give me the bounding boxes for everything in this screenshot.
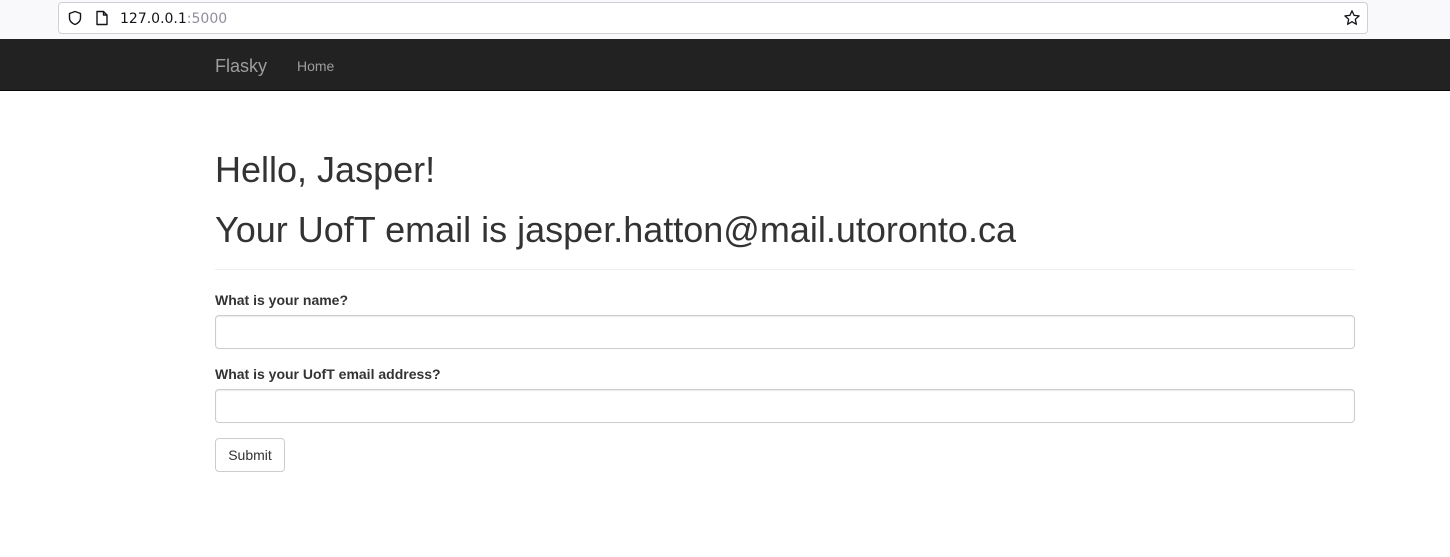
email-heading: Your UofT email is jasper.hatton@mail.ut… <box>215 209 1016 250</box>
name-label: What is your name? <box>215 292 349 308</box>
email-input[interactable] <box>215 389 1355 423</box>
star-icon[interactable] <box>1343 9 1361 27</box>
url-host: 127.0.0.1 <box>120 11 187 27</box>
name-input[interactable] <box>215 315 1355 349</box>
navbar: Flasky Home <box>0 39 1450 91</box>
nav-link-home[interactable]: Home <box>297 57 334 75</box>
navbar-brand[interactable]: Flasky <box>215 55 267 77</box>
url-port: :5000 <box>186 11 228 27</box>
browser-toolbar: 127.0.0.1:5000 <box>0 0 1450 39</box>
address-bar[interactable]: 127.0.0.1:5000 <box>58 2 1368 34</box>
page-icon <box>95 10 109 26</box>
greeting-heading: Hello, Jasper! <box>215 149 436 190</box>
submit-button[interactable]: Submit <box>215 438 285 472</box>
email-label: What is your UofT email address? <box>215 366 441 382</box>
shield-icon[interactable] <box>67 10 83 26</box>
page-header-divider <box>215 269 1355 270</box>
url-text[interactable]: 127.0.0.1:5000 <box>120 10 227 28</box>
